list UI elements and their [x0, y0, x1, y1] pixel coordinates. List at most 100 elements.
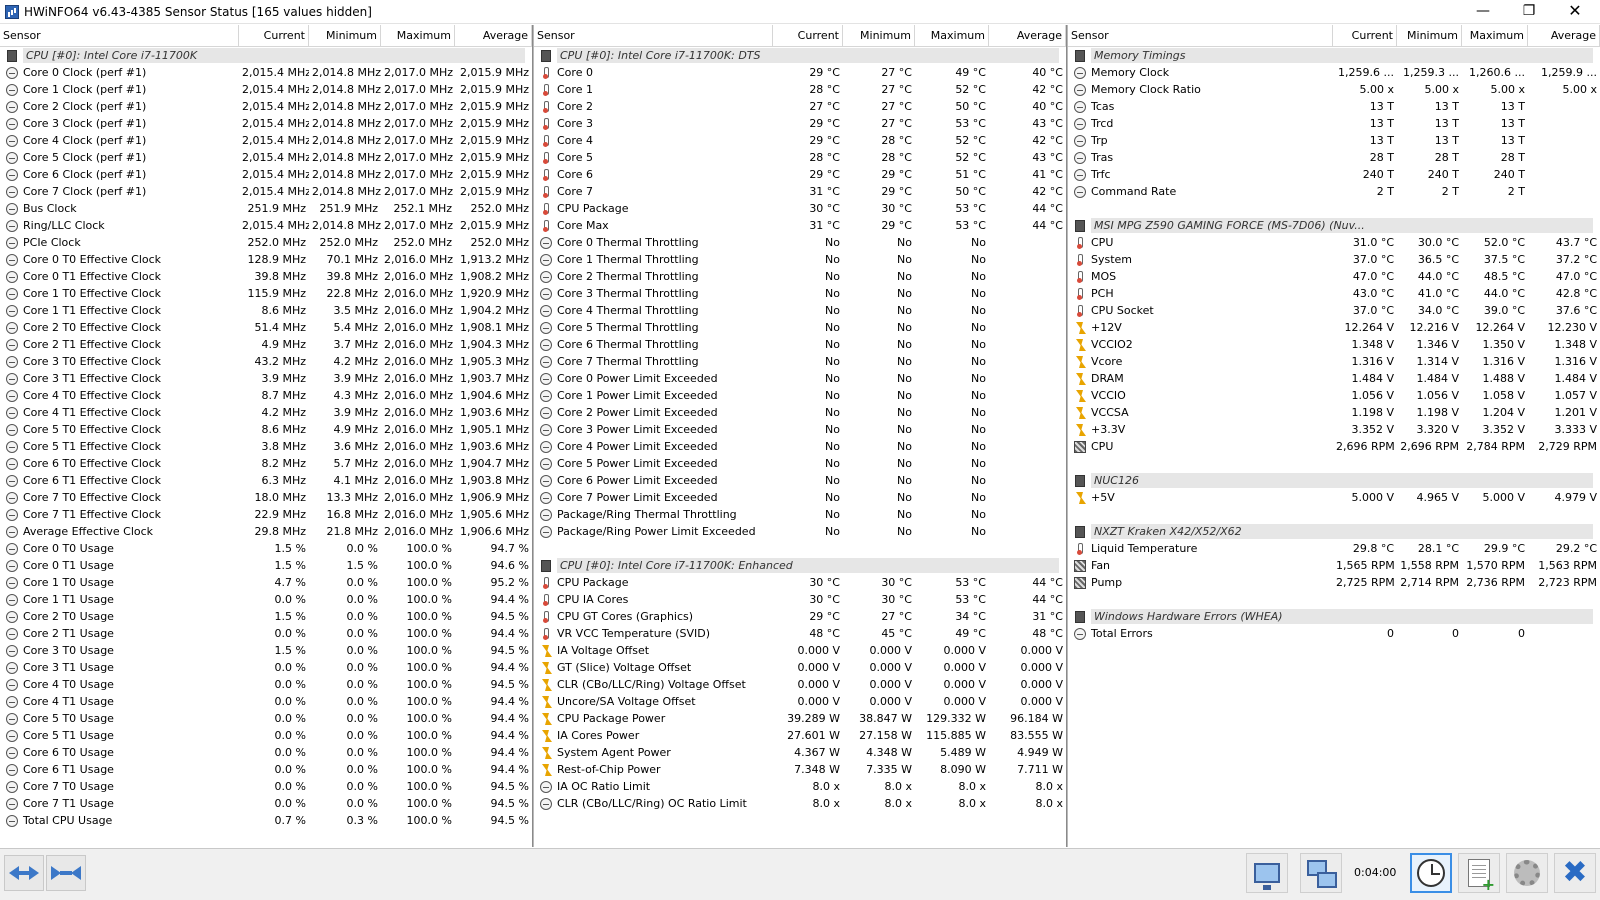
- sensor-row[interactable]: Core 6 Clock (perf #1) 2,015.4 MHz 2,014.8…: [0, 166, 532, 183]
- sensor-row[interactable]: +3.3V 3.352 V 3.320 V 3.352 V 3.333 V: [1068, 421, 1600, 438]
- column-average[interactable]: Average: [455, 25, 532, 47]
- column-minimum[interactable]: Minimum: [1397, 25, 1462, 47]
- sensor-row[interactable]: Core 5 Clock (perf #1) 2,015.4 MHz 2,014.8…: [0, 149, 532, 166]
- sensor-row[interactable]: Core 3 T0 Effective Clock 43.2 MHz 4.2 MHz…: [0, 353, 532, 370]
- sensor-row[interactable]: CPU 31.0 °C 30.0 °C 52.0 °C 43.7 °C: [1068, 234, 1600, 251]
- sensor-row[interactable]: Core 5 Thermal Throttling No No No: [534, 319, 1066, 336]
- column-average[interactable]: Average: [989, 25, 1066, 47]
- column-sensor[interactable]: Sensor: [1068, 25, 1333, 47]
- sensor-row[interactable]: VCCIO2 1.348 V 1.346 V 1.350 V 1.348 V: [1068, 336, 1600, 353]
- sensor-pane-2[interactable]: Sensor Current Minimum Maximum Average C…: [534, 25, 1066, 847]
- sensor-row[interactable]: Core 2 Thermal Throttling No No No: [534, 268, 1066, 285]
- sensor-row[interactable]: Core 1 T1 Usage 0.0 % 0.0 % 100.0 % 94.4 %: [0, 591, 532, 608]
- close-window-button[interactable]: ✕: [1552, 0, 1598, 24]
- sensor-row[interactable]: System Agent Power 4.367 W 4.348 W 5.489 W 4…: [534, 744, 1066, 761]
- sensor-row[interactable]: Core 0 T1 Usage 1.5 % 1.5 % 100.0 % 94.6 %: [0, 557, 532, 574]
- sensor-row[interactable]: Core 6 T1 Usage 0.0 % 0.0 % 100.0 % 94.4 %: [0, 761, 532, 778]
- sensor-row[interactable]: Core 6 T0 Effective Clock 8.2 MHz 5.7 MHz 2…: [0, 455, 532, 472]
- sensor-row[interactable]: Core 0 T0 Effective Clock 128.9 MHz 70.1 M…: [0, 251, 532, 268]
- sensor-row[interactable]: Command Rate 2 T 2 T 2 T: [1068, 183, 1600, 200]
- sensor-row[interactable]: Core 6 Power Limit Exceeded No No No: [534, 472, 1066, 489]
- sensor-row[interactable]: DRAM 1.484 V 1.484 V 1.488 V 1.484 V: [1068, 370, 1600, 387]
- sensor-row[interactable]: Core 7 T0 Usage 0.0 % 0.0 % 100.0 % 94.5 %: [0, 778, 532, 795]
- sensor-row[interactable]: Core 6 T1 Effective Clock 6.3 MHz 4.1 MHz 2…: [0, 472, 532, 489]
- column-minimum[interactable]: Minimum: [309, 25, 381, 47]
- column-sensor[interactable]: Sensor: [0, 25, 239, 47]
- sensor-row[interactable]: CLR (CBo/LLC/Ring) OC Ratio Limit 8.0 x 8.…: [534, 795, 1066, 812]
- sensor-row[interactable]: +5V 5.000 V 4.965 V 5.000 V 4.979 V: [1068, 489, 1600, 506]
- maximize-button[interactable]: ❐: [1506, 0, 1552, 24]
- sensor-row[interactable]: Average Effective Clock 29.8 MHz 21.8 MHz 2…: [0, 523, 532, 540]
- sensor-row[interactable]: Core 7 T1 Usage 0.0 % 0.0 % 100.0 % 94.5 %: [0, 795, 532, 812]
- sensor-row[interactable]: Core 2 Clock (perf #1) 2,015.4 MHz 2,014.8…: [0, 98, 532, 115]
- minimize-button[interactable]: —: [1460, 0, 1506, 24]
- sensor-row[interactable]: Core 1 Power Limit Exceeded No No No: [534, 387, 1066, 404]
- sensor-row[interactable]: Core 5 T1 Effective Clock 3.8 MHz 3.6 MHz 2…: [0, 438, 532, 455]
- sensor-row[interactable]: Core 7 Thermal Throttling No No No: [534, 353, 1066, 370]
- sensor-row[interactable]: Core 7 T0 Effective Clock 18.0 MHz 13.3 MH…: [0, 489, 532, 506]
- sensor-row[interactable]: Core 3 Power Limit Exceeded No No No: [534, 421, 1066, 438]
- sensor-row[interactable]: IA Voltage Offset 0.000 V 0.000 V 0.000 V 0.…: [534, 642, 1066, 659]
- sensor-row[interactable]: Trcd 13 T 13 T 13 T: [1068, 115, 1600, 132]
- sensor-row[interactable]: IA OC Ratio Limit 8.0 x 8.0 x 8.0 x 8.0 x: [534, 778, 1066, 795]
- sensor-row[interactable]: Uncore/SA Voltage Offset 0.000 V 0.000 V 0.…: [534, 693, 1066, 710]
- sensor-row[interactable]: Bus Clock 251.9 MHz 251.9 MHz 252.1 MHz 252.…: [0, 200, 532, 217]
- settings-button[interactable]: [1506, 853, 1548, 893]
- sensor-row[interactable]: Liquid Temperature 29.8 °C 28.1 °C 29.9 °C 2…: [1068, 540, 1600, 557]
- sensor-row[interactable]: Core 6 Thermal Throttling No No No: [534, 336, 1066, 353]
- sensor-row[interactable]: Core 4 T0 Usage 0.0 % 0.0 % 100.0 % 94.5 %: [0, 676, 532, 693]
- sensor-row[interactable]: Core 4 Thermal Throttling No No No: [534, 302, 1066, 319]
- sensor-row[interactable]: Core 4 Clock (perf #1) 2,015.4 MHz 2,014.8…: [0, 132, 532, 149]
- column-current[interactable]: Current: [773, 25, 843, 47]
- sensor-row[interactable]: Memory Clock 1,259.6 ... 1,259.3 ... 1,260.…: [1068, 64, 1600, 81]
- configure-layout-button[interactable]: [1246, 853, 1288, 893]
- sensor-row[interactable]: Trfc 240 T 240 T 240 T: [1068, 166, 1600, 183]
- sensor-row[interactable]: Core 5 28 °C 28 °C 52 °C 43 °C: [534, 149, 1066, 166]
- sensor-group-header[interactable]: CPU [#0]: Intel Core i7-11700K: [0, 47, 532, 64]
- sensor-group-header[interactable]: Windows Hardware Errors (WHEA): [1068, 608, 1600, 625]
- sensor-row[interactable]: CPU Package Power 39.289 W 38.847 W 129.332…: [534, 710, 1066, 727]
- sensor-row[interactable]: Core 4 T0 Effective Clock 8.7 MHz 4.3 MHz 2…: [0, 387, 532, 404]
- sensor-row[interactable]: Tcas 13 T 13 T 13 T: [1068, 98, 1600, 115]
- sensor-row[interactable]: Core 2 T1 Usage 0.0 % 0.0 % 100.0 % 94.4 %: [0, 625, 532, 642]
- sensor-row[interactable]: Core 3 T0 Usage 1.5 % 0.0 % 100.0 % 94.5 %: [0, 642, 532, 659]
- sensor-row[interactable]: Core 7 Power Limit Exceeded No No No: [534, 489, 1066, 506]
- sensor-row[interactable]: Core 2 T0 Usage 1.5 % 0.0 % 100.0 % 94.5 %: [0, 608, 532, 625]
- sensor-row[interactable]: PCIe Clock 252.0 MHz 252.0 MHz 252.0 MHz 252…: [0, 234, 532, 251]
- sensor-group-header[interactable]: CPU [#0]: Intel Core i7-11700K: DTS: [534, 47, 1066, 64]
- sensor-row[interactable]: CPU Package 30 °C 30 °C 53 °C 44 °C: [534, 200, 1066, 217]
- sensor-row[interactable]: GT (Slice) Voltage Offset 0.000 V 0.000 V 0…: [534, 659, 1066, 676]
- sensor-row[interactable]: MOS 47.0 °C 44.0 °C 48.5 °C 47.0 °C: [1068, 268, 1600, 285]
- sensor-row[interactable]: Package/Ring Power Limit Exceeded No No No: [534, 523, 1066, 540]
- sensor-row[interactable]: CPU Package 30 °C 30 °C 53 °C 44 °C: [534, 574, 1066, 591]
- sensor-row[interactable]: Core 1 Thermal Throttling No No No: [534, 251, 1066, 268]
- reset-columns-button[interactable]: [46, 855, 86, 891]
- sensor-row[interactable]: Core 4 T1 Effective Clock 4.2 MHz 3.9 MHz 2…: [0, 404, 532, 421]
- column-maximum[interactable]: Maximum: [915, 25, 989, 47]
- sensor-row[interactable]: Core 3 Clock (perf #1) 2,015.4 MHz 2,014.8…: [0, 115, 532, 132]
- sensor-row[interactable]: Core 2 T0 Effective Clock 51.4 MHz 5.4 MHz…: [0, 319, 532, 336]
- sensor-row[interactable]: Core 5 T0 Usage 0.0 % 0.0 % 100.0 % 94.4 %: [0, 710, 532, 727]
- column-maximum[interactable]: Maximum: [1462, 25, 1528, 47]
- sensor-row[interactable]: Fan 1,565 RPM 1,558 RPM 1,570 RPM 1,563 RPM: [1068, 557, 1600, 574]
- sensor-row[interactable]: CPU Socket 37.0 °C 34.0 °C 39.0 °C 37.6 °C: [1068, 302, 1600, 319]
- sensor-row[interactable]: Core 3 T1 Effective Clock 3.9 MHz 3.9 MHz 2…: [0, 370, 532, 387]
- sensor-row[interactable]: Memory Clock Ratio 5.00 x 5.00 x 5.00 x 5.00…: [1068, 81, 1600, 98]
- sensor-row[interactable]: Core 3 T1 Usage 0.0 % 0.0 % 100.0 % 94.4 %: [0, 659, 532, 676]
- sensor-row[interactable]: Core 0 T1 Effective Clock 39.8 MHz 39.8 MH…: [0, 268, 532, 285]
- sensor-row[interactable]: Core Max 31 °C 29 °C 53 °C 44 °C: [534, 217, 1066, 234]
- column-current[interactable]: Current: [1333, 25, 1397, 47]
- sensor-row[interactable]: Core 7 31 °C 29 °C 50 °C 42 °C: [534, 183, 1066, 200]
- sensor-row[interactable]: Core 0 Power Limit Exceeded No No No: [534, 370, 1066, 387]
- sensor-group-header[interactable]: Memory Timings: [1068, 47, 1600, 64]
- column-minimum[interactable]: Minimum: [843, 25, 915, 47]
- logging-button[interactable]: [1458, 853, 1500, 893]
- sensor-row[interactable]: Core 0 Clock (perf #1) 2,015.4 MHz 2,014.8…: [0, 64, 532, 81]
- sensor-pane-1[interactable]: Sensor Current Minimum Maximum Average C…: [0, 25, 532, 847]
- sensor-group-header[interactable]: NUC126: [1068, 472, 1600, 489]
- sensor-row[interactable]: Core 1 Clock (perf #1) 2,015.4 MHz 2,014.8…: [0, 81, 532, 98]
- column-maximum[interactable]: Maximum: [381, 25, 455, 47]
- sensor-row[interactable]: +12V 12.264 V 12.216 V 12.264 V 12.230 V: [1068, 319, 1600, 336]
- sensor-row[interactable]: VCCSA 1.198 V 1.198 V 1.204 V 1.201 V: [1068, 404, 1600, 421]
- sensor-row[interactable]: Core 6 T0 Usage 0.0 % 0.0 % 100.0 % 94.4 %: [0, 744, 532, 761]
